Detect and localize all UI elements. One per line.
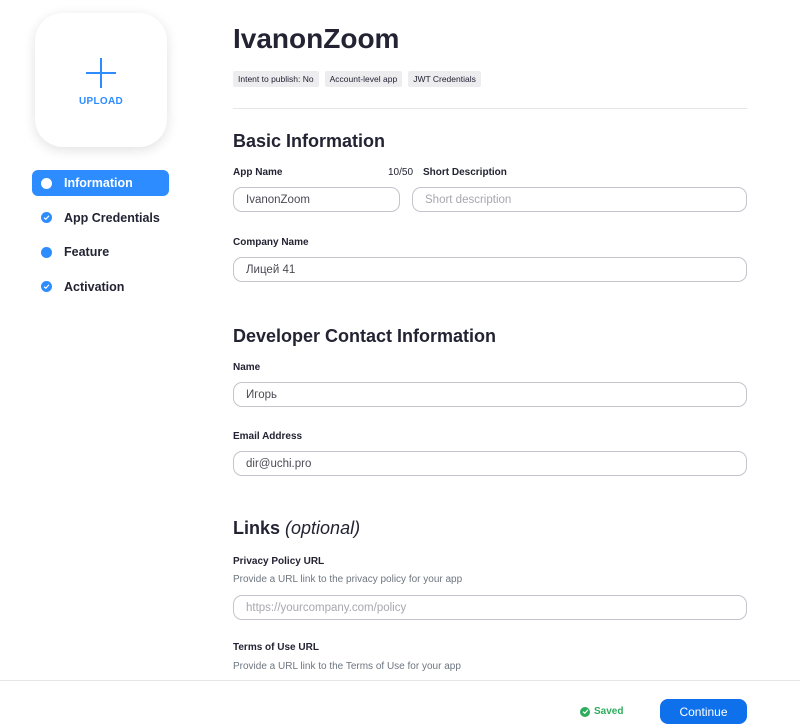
section-title-developer: Developer Contact Information [233, 326, 497, 346]
terms-of-use-label: Terms of Use URL [233, 642, 319, 653]
check-circle-icon [41, 212, 52, 223]
check-circle-icon [41, 281, 52, 292]
app-tags: Intent to publish: No Account-level app … [233, 71, 481, 87]
footer-divider [0, 680, 800, 681]
short-description-input[interactable] [412, 187, 747, 212]
email-input[interactable] [233, 451, 747, 476]
saved-label: Saved [594, 706, 624, 717]
saved-status: Saved [580, 706, 623, 717]
app-name-label: App Name [233, 167, 283, 178]
nav-item-information[interactable]: Information [32, 170, 169, 196]
upload-logo-button[interactable]: UPLOAD [35, 13, 167, 147]
upload-label: UPLOAD [78, 95, 124, 107]
nav-item-label: Feature [64, 245, 110, 259]
email-label: Email Address [233, 431, 303, 442]
company-name-label: Company Name [233, 237, 309, 248]
nav-item-label: Information [64, 176, 133, 190]
dot-icon [41, 177, 52, 189]
nav-item-label: Activation [64, 279, 125, 294]
name-label: Name [233, 362, 261, 373]
side-nav: Information App Credentials Feature Acti… [32, 170, 169, 308]
tag-credentials-type: JWT Credentials [408, 71, 481, 87]
privacy-policy-helper: Provide a URL link to the privacy policy… [233, 574, 463, 585]
plus-icon [86, 57, 116, 88]
nav-item-label: App Credentials [64, 210, 160, 225]
section-title-links: Links (optional) [233, 518, 360, 539]
nav-item-feature[interactable]: Feature [32, 239, 169, 265]
tag-account-level: Account-level app [324, 71, 403, 87]
divider [233, 108, 747, 109]
check-circle-icon [580, 706, 590, 717]
dot-icon [41, 246, 52, 258]
app-name-counter: 10/50 [388, 167, 414, 178]
section-title-basic: Basic Information [233, 131, 386, 151]
company-name-input[interactable] [233, 257, 747, 282]
links-heading: Links [233, 518, 281, 538]
short-description-label: Short Description [423, 167, 507, 178]
tag-intent-to-publish: Intent to publish: No [233, 71, 319, 87]
optional-label: (optional) [285, 518, 361, 538]
continue-button[interactable]: Continue [660, 699, 747, 724]
name-input[interactable] [233, 382, 747, 407]
page-title: IvanonZoom [233, 23, 400, 54]
privacy-policy-label: Privacy Policy URL [233, 556, 325, 567]
nav-item-activation[interactable]: Activation [32, 274, 169, 300]
privacy-policy-input[interactable] [233, 595, 747, 620]
app-name-input[interactable] [233, 187, 400, 212]
terms-of-use-helper: Provide a URL link to the Terms of Use f… [233, 661, 461, 672]
nav-item-app-credentials[interactable]: App Credentials [32, 205, 169, 231]
